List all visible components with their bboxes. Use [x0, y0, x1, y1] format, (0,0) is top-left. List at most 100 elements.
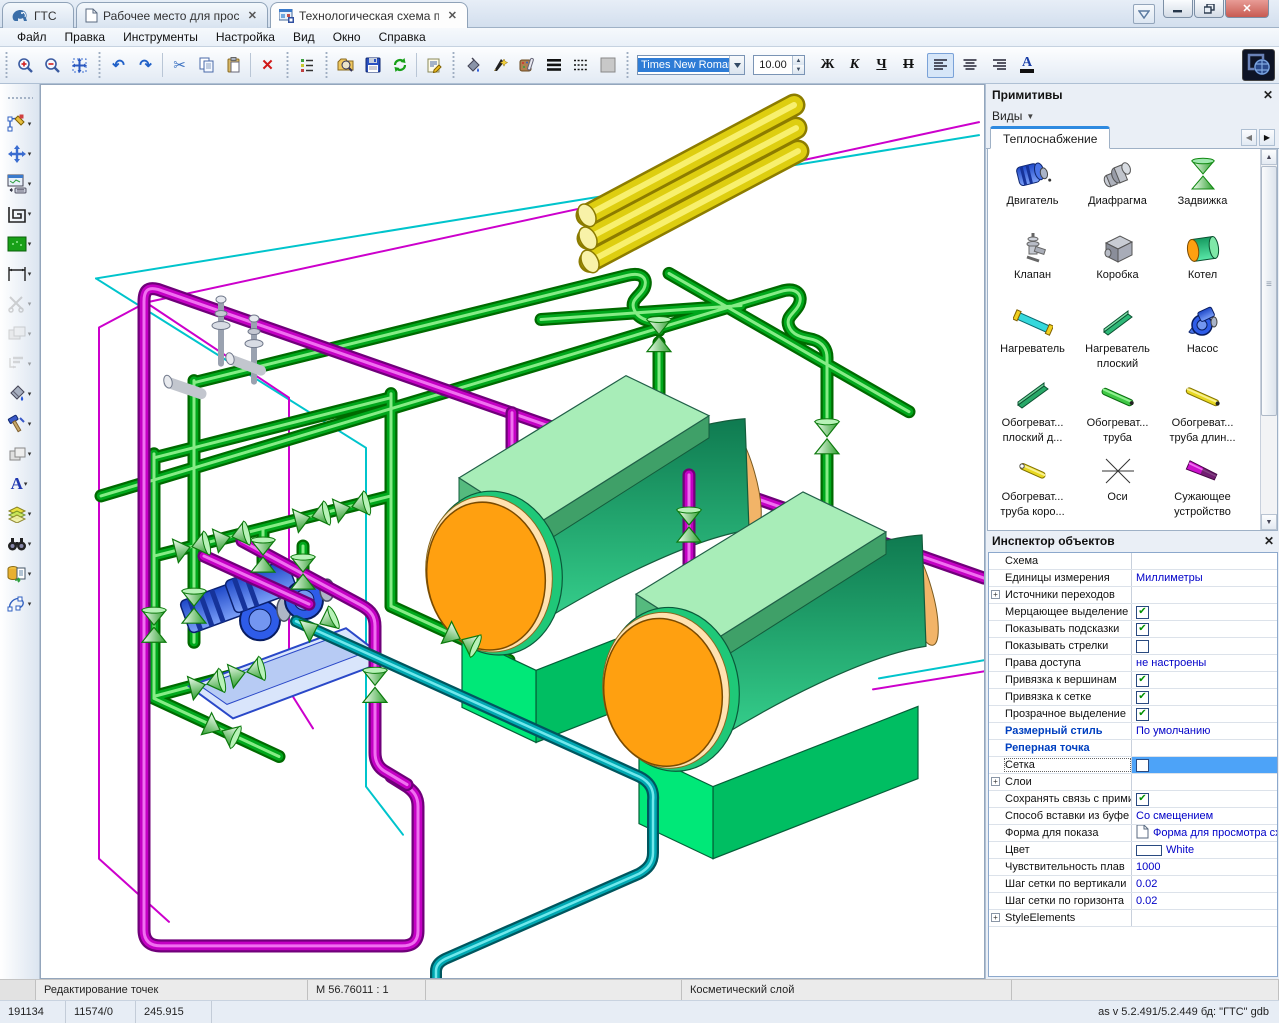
checkbox[interactable]: ✔ — [1136, 691, 1149, 704]
scrollbar-thumb[interactable] — [1261, 166, 1277, 416]
fill-style-button[interactable]: ▾ — [0, 379, 38, 409]
menu-справка[interactable]: Справка — [370, 29, 435, 45]
row-value[interactable] — [1132, 774, 1277, 790]
hatch-button[interactable] — [513, 52, 540, 79]
row-value[interactable]: ✔ — [1132, 791, 1277, 807]
primitive-pipe-green[interactable]: Обогреват...труба — [1075, 375, 1160, 449]
row-value[interactable]: ✔ — [1132, 672, 1277, 688]
tab-1[interactable]: ГТС — [2, 2, 74, 28]
tab-close-icon[interactable]: ✕ — [248, 9, 257, 22]
row-value[interactable] — [1132, 740, 1277, 756]
inspector-row[interactable]: +Слои — [989, 774, 1277, 791]
primitive-heater[interactable]: Нагреватель — [990, 301, 1075, 375]
form-edit-button[interactable] — [420, 52, 447, 79]
tools-button[interactable]: ▾ — [0, 409, 38, 439]
checkbox[interactable]: ✔ — [1136, 708, 1149, 721]
zoom-in-button[interactable] — [12, 52, 39, 79]
refresh-button[interactable] — [386, 52, 413, 79]
checkbox[interactable] — [1136, 759, 1149, 772]
close-icon[interactable]: ✕ — [1263, 88, 1273, 102]
row-value[interactable] — [1132, 638, 1277, 654]
menu-файл[interactable]: Файл — [8, 29, 56, 45]
checkbox[interactable]: ✔ — [1136, 674, 1149, 687]
open-button[interactable] — [332, 52, 359, 79]
chevron-down-icon[interactable] — [729, 56, 744, 74]
font-size-stepper[interactable]: 10.00 ▲▼ — [753, 55, 805, 75]
primitives-scrollbar[interactable]: ▲ ▼ — [1260, 149, 1277, 530]
row-value[interactable] — [1132, 757, 1277, 773]
strikethrough-button[interactable]: П — [896, 53, 921, 78]
views-dropdown[interactable]: Виды ▼ — [986, 106, 1279, 126]
inspector-row[interactable]: Показывать подсказки✔ — [989, 621, 1277, 638]
row-value[interactable]: ✔ — [1132, 621, 1277, 637]
primitive-box[interactable]: Коробка — [1075, 227, 1160, 301]
inspector-row[interactable]: Привязка к вершинам✔ — [989, 672, 1277, 689]
row-value[interactable]: ✔ — [1132, 689, 1277, 705]
align-right-button[interactable] — [985, 53, 1012, 78]
checkbox[interactable] — [1136, 640, 1149, 653]
scroll-up-icon[interactable]: ▲ — [1261, 149, 1277, 165]
inspector-row[interactable]: Права доступане настроены — [989, 655, 1277, 672]
undo-button[interactable]: ↶ — [105, 52, 132, 79]
tab-2[interactable]: Рабочее место для просм✕ — [76, 2, 268, 28]
restore-button[interactable] — [1194, 0, 1224, 18]
expander-icon[interactable]: + — [991, 913, 1000, 922]
box-color-button[interactable] — [594, 52, 621, 79]
row-value[interactable]: Миллиметры — [1132, 570, 1277, 586]
row-value[interactable]: 0.02 — [1132, 876, 1277, 892]
primitive-reducer[interactable]: Сужающееустройство — [1160, 449, 1245, 523]
tab-teplosnabzhenie[interactable]: Теплоснабжение — [990, 126, 1110, 149]
text-tool-button[interactable]: A▾ — [0, 469, 38, 499]
paste-button[interactable] — [220, 52, 247, 79]
align-left-button[interactable] — [927, 53, 954, 78]
bold-button[interactable]: Ж — [815, 53, 840, 78]
inspector-row[interactable]: Способ вставки из буфеСо смещением — [989, 808, 1277, 825]
redo-button[interactable]: ↷ — [132, 52, 159, 79]
row-value[interactable]: 1000 — [1132, 859, 1277, 875]
copy-style-button[interactable]: ▾ — [0, 439, 38, 469]
inspector-row[interactable]: +Источники переходов — [989, 587, 1277, 604]
inspector-row[interactable]: Привязка к сетке✔ — [989, 689, 1277, 706]
underline-button[interactable]: Ч — [869, 53, 894, 78]
inspector-row[interactable]: Единицы измеренияМиллиметры — [989, 570, 1277, 587]
cut-button[interactable]: ✂ — [166, 52, 193, 79]
row-value[interactable]: ✔ — [1132, 706, 1277, 722]
primitive-axes[interactable]: Оси — [1075, 449, 1160, 523]
close-icon[interactable]: ✕ — [1264, 534, 1274, 548]
tab-scroll-left-icon[interactable]: ◀ — [1241, 129, 1257, 146]
primitive-gate-valve[interactable]: Задвижка — [1160, 153, 1245, 227]
pen-button[interactable] — [486, 52, 513, 79]
inspector-row[interactable]: +StyleElements — [989, 910, 1277, 927]
fill-color-button[interactable] — [459, 52, 486, 79]
row-value[interactable] — [1132, 553, 1277, 569]
menu-настройка[interactable]: Настройка — [207, 29, 284, 45]
expander-icon[interactable]: + — [991, 590, 1000, 599]
close-button[interactable]: ✕ — [1225, 0, 1269, 18]
align-center-button[interactable] — [956, 53, 983, 78]
inspector-row[interactable]: Шаг сетки по горизонта0.02 — [989, 893, 1277, 910]
inspector-row[interactable]: Показывать стрелки — [989, 638, 1277, 655]
row-value[interactable]: Со смещением — [1132, 808, 1277, 824]
primitive-motor[interactable]: Двигатель — [990, 153, 1075, 227]
primitive-valve[interactable]: Клапан — [990, 227, 1075, 301]
scroll-down-icon[interactable]: ▼ — [1261, 514, 1277, 530]
inspector-row[interactable]: Размерный стильПо умолчанию — [989, 723, 1277, 740]
checkbox[interactable]: ✔ — [1136, 793, 1149, 806]
inspector-row[interactable]: Сохранять связь с прими✔ — [989, 791, 1277, 808]
font-size-spin-buttons[interactable]: ▲▼ — [792, 56, 804, 74]
inspector-row[interactable]: Реперная точка — [989, 740, 1277, 757]
select-nodes-button[interactable]: ▾ — [0, 589, 38, 619]
line-style-button[interactable] — [567, 52, 594, 79]
row-value[interactable]: ✔ — [1132, 604, 1277, 620]
italic-button[interactable]: К — [842, 53, 867, 78]
tab-close-icon[interactable]: ✕ — [448, 9, 457, 22]
zoom-out-button[interactable] — [39, 52, 66, 79]
point-list-button[interactable] — [293, 52, 320, 79]
drawing-canvas[interactable] — [40, 84, 985, 979]
primitive-pipe-yellow[interactable]: Обогреват...труба длин... — [1160, 375, 1245, 449]
row-value[interactable]: 0.02 — [1132, 893, 1277, 909]
row-value[interactable] — [1132, 587, 1277, 603]
minimize-button[interactable] — [1163, 0, 1193, 18]
inspector-row[interactable]: Мерцающее выделение✔ — [989, 604, 1277, 621]
font-color-button[interactable]: A — [1014, 53, 1040, 78]
